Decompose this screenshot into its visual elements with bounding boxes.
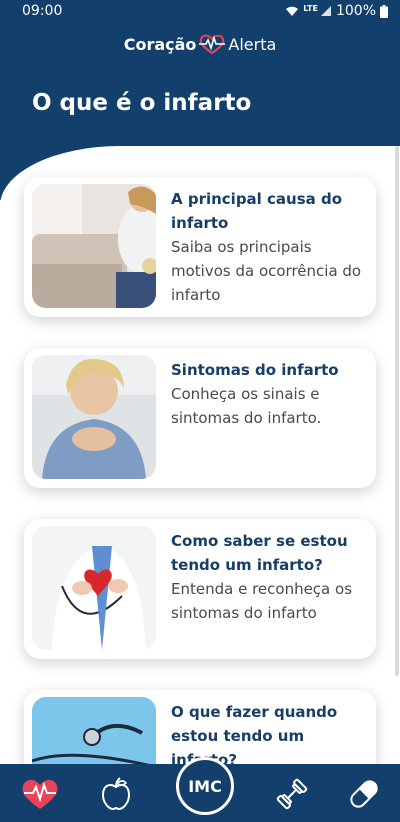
heart-pulse-icon: [22, 779, 58, 809]
article-card-symptoms[interactable]: Sintomas do infarto Conheça os sinais e …: [24, 348, 376, 488]
card-description: Entenda e reconheça os sintomas do infar…: [171, 580, 353, 622]
app-logo: Coração Alerta: [0, 33, 400, 55]
dumbbell-icon: [276, 778, 308, 810]
card-image-woman-chest-pain: [32, 355, 156, 479]
brand-name-part2: Alerta: [228, 34, 277, 54]
status-time: 09:00: [22, 3, 63, 19]
nav-heart[interactable]: [18, 774, 62, 814]
signal-icon: [320, 6, 331, 16]
card-description: Conheça os sinais e sintomas do infarto.: [171, 385, 322, 427]
battery-icon: [380, 4, 388, 18]
nav-medication[interactable]: [342, 774, 386, 814]
nav-exercise[interactable]: [270, 774, 314, 814]
network-type: LTE: [303, 3, 318, 13]
wifi-icon: [286, 6, 299, 16]
article-card-main-cause[interactable]: A principal causa do infarto Saiba os pr…: [24, 177, 376, 317]
brand-name-part1: Coração: [123, 34, 197, 54]
pill-icon: [350, 780, 378, 808]
status-icons: LTE 100%: [285, 3, 388, 19]
card-description: Saiba os principais motivos da ocorrênci…: [171, 238, 362, 304]
card-image-doctor-heart: [32, 526, 156, 650]
card-title: Como saber se estou tendo um infarto?: [171, 532, 348, 574]
card-title: Sintomas do infarto: [171, 361, 339, 379]
card-image-woman-eating: [32, 184, 156, 308]
card-title: A principal causa do infarto: [171, 190, 343, 232]
status-bar: 09:00 LTE 100%: [0, 0, 400, 24]
article-card-how-to-know[interactable]: Como saber se estou tendo um infarto? En…: [24, 519, 376, 659]
apple-icon: [101, 777, 131, 811]
nav-nutrition[interactable]: [94, 774, 138, 814]
scrollbar[interactable]: [395, 146, 399, 676]
page-title: O que é o infarto: [32, 90, 252, 116]
heart-pulse-icon: [199, 34, 226, 55]
battery-percent: 100%: [335, 3, 376, 19]
imc-button[interactable]: IMC: [176, 757, 234, 815]
